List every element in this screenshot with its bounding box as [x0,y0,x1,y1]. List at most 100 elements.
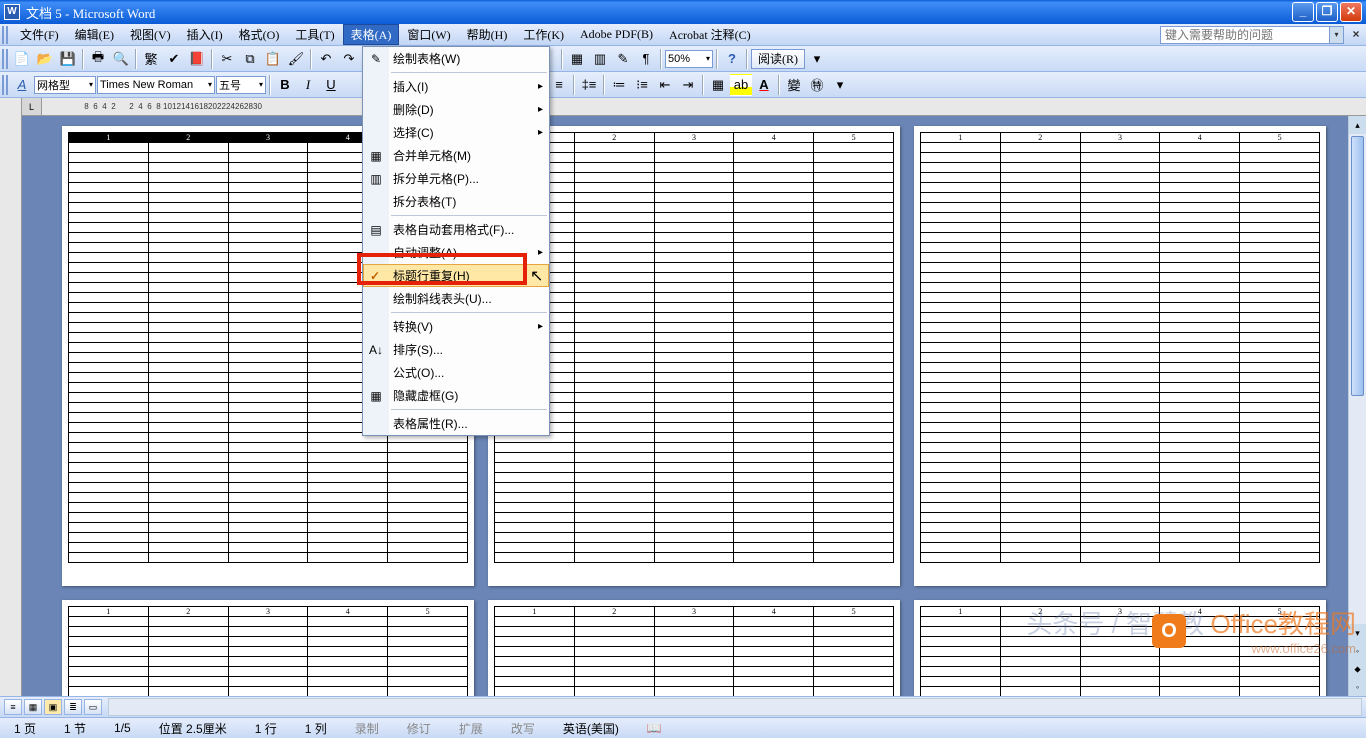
close-button[interactable]: ✕ [1340,2,1362,22]
normal-view-button[interactable]: ≡ [4,699,22,715]
vertical-ruler[interactable] [0,98,22,696]
spell-icon[interactable]: ✔ [163,48,185,70]
read-view-button[interactable]: ▭ [84,699,102,715]
undo-icon[interactable]: ↶ [315,48,337,70]
menu-item[interactable]: ✎绘制表格(W) [363,47,549,70]
zoom-select[interactable]: 50%▾ [665,50,713,68]
line-spacing-icon[interactable]: ‡≡ [578,74,600,96]
menu-window[interactable]: 窗口(W) [399,24,458,45]
menu-item[interactable]: 插入(I)▸ [363,75,549,98]
menu-item[interactable]: ▦隐藏虚框(G) [363,384,549,407]
document-area[interactable]: 123451234512345123451234512345 ▴ ▾ ◦ ⬥ ◦ [22,116,1366,696]
outline-view-button[interactable]: ≣ [64,699,82,715]
menu-item[interactable]: A↓排序(S)... [363,338,549,361]
ruler-corner[interactable]: L [22,98,42,116]
new-doc-icon[interactable]: 📄 [11,48,33,70]
copy-icon[interactable]: ⧉ [239,48,261,70]
document-table[interactable]: 12345 [68,606,468,696]
menu-adobe-pdf[interactable]: Adobe PDF(B) [572,25,661,44]
style-icon[interactable]: A [11,74,33,96]
menu-table[interactable]: 表格(A) [343,24,400,45]
drawing-icon[interactable]: ✎ [612,48,634,70]
menu-help[interactable]: 帮助(H) [459,24,516,45]
toolbar-grip[interactable] [2,75,8,95]
menu-work[interactable]: 工作(K) [515,24,572,45]
doc-map-icon[interactable]: ¶ [635,48,657,70]
format-painter-icon[interactable]: 🖌 [285,48,307,70]
cut-icon[interactable]: ✂ [216,48,238,70]
help-icon[interactable]: ? [721,48,743,70]
status-spellcheck-icon[interactable]: 📖 [641,721,668,735]
italic-button[interactable]: I [297,74,319,96]
menu-item[interactable]: ▥拆分单元格(P)... [363,167,549,190]
menu-format[interactable]: 格式(O) [231,24,288,45]
print-view-button[interactable]: ▣ [44,699,62,715]
menu-tools[interactable]: 工具(T) [287,24,342,45]
font-size-select[interactable]: 五号▾ [216,76,266,94]
menu-item[interactable]: 公式(O)... [363,361,549,384]
status-rev[interactable]: 修订 [401,720,437,737]
paste-icon[interactable]: 📋 [262,48,284,70]
menu-item[interactable]: 拆分表格(T) [363,190,549,213]
menu-item[interactable]: ▤表格自动套用格式(F)... [363,218,549,241]
align-distrib-icon[interactable]: ≡ [548,74,570,96]
menu-item[interactable]: 选择(C)▸ [363,121,549,144]
redo-icon[interactable]: ↷ [338,48,360,70]
menu-insert[interactable]: 插入(I) [179,24,231,45]
status-rec[interactable]: 录制 [349,720,385,737]
print-preview-icon[interactable]: 🔍 [110,48,132,70]
toolbar-options-icon[interactable]: ▾ [829,74,851,96]
tables-borders-icon[interactable]: ▦ [566,48,588,70]
scrollbar-thumb[interactable] [1351,136,1364,396]
document-table[interactable]: 12345 [920,132,1320,563]
menu-item[interactable]: 自动调整(A)▸ [363,241,549,264]
menu-item[interactable]: 表格属性(R)... [363,412,549,435]
help-search-input[interactable] [1160,26,1330,44]
bullets-icon[interactable]: ⁝≡ [631,74,653,96]
menu-view[interactable]: 视图(V) [122,24,179,45]
print-icon[interactable]: 🖶 [87,48,109,70]
web-view-button[interactable]: ▦ [24,699,42,715]
menu-item[interactable]: ✓标题行重复(H) [363,264,549,287]
underline-button[interactable]: U [320,74,342,96]
document-table[interactable]: 12345 [494,132,894,563]
next-page-icon[interactable]: ◦ [1349,678,1366,696]
menu-item[interactable]: 删除(D)▸ [363,98,549,121]
menu-item[interactable]: 绘制斜线表头(U)... [363,287,549,310]
status-ext[interactable]: 扩展 [453,720,489,737]
decrease-indent-icon[interactable]: ⇤ [654,74,676,96]
menu-item[interactable]: 转换(V)▸ [363,315,549,338]
read-button[interactable]: 阅读(R) [751,49,805,69]
open-icon[interactable]: 📂 [34,48,56,70]
font-select[interactable]: Times New Roman▾ [97,76,215,94]
bold-button[interactable]: B [274,74,296,96]
increase-indent-icon[interactable]: ⇥ [677,74,699,96]
horizontal-ruler[interactable]: L 864224681012141618202224262830 [22,98,1366,116]
minimize-button[interactable]: _ [1292,2,1314,22]
enclose-char-icon[interactable]: ㊕ [806,74,828,96]
menu-item[interactable]: ▦合并单元格(M) [363,144,549,167]
research-icon[interactable]: 📕 [186,48,208,70]
toolbar-options-icon[interactable]: ▾ [806,48,828,70]
highlight-icon[interactable]: ab [730,74,752,96]
style-select[interactable]: 网格型▾ [34,76,96,94]
font-color-icon[interactable]: A [753,74,775,96]
borders-icon[interactable]: ▦ [707,74,729,96]
help-search-dropdown[interactable]: ▾ [1330,26,1344,44]
save-icon[interactable]: 💾 [57,48,79,70]
maximize-button[interactable]: ❐ [1316,2,1338,22]
numbering-icon[interactable]: ≔ [608,74,630,96]
menu-file[interactable]: 文件(F) [12,24,67,45]
scroll-up-icon[interactable]: ▴ [1349,116,1366,134]
columns-icon[interactable]: ▥ [589,48,611,70]
ruby-icon[interactable]: 變 [783,74,805,96]
prev-page-icon[interactable]: ◦ [1349,642,1366,660]
menu-edit[interactable]: 编辑(E) [67,24,122,45]
browse-object-icon[interactable]: ⬥ [1349,660,1366,678]
doc-close-button[interactable]: × [1348,27,1364,43]
vertical-scrollbar[interactable]: ▴ ▾ ◦ ⬥ ◦ [1348,116,1366,696]
document-table[interactable]: 12345 [494,606,894,696]
toolbar-grip[interactable] [2,49,8,69]
status-ovr[interactable]: 改写 [505,720,541,737]
menu-acrobat[interactable]: Acrobat 注释(C) [661,24,759,45]
